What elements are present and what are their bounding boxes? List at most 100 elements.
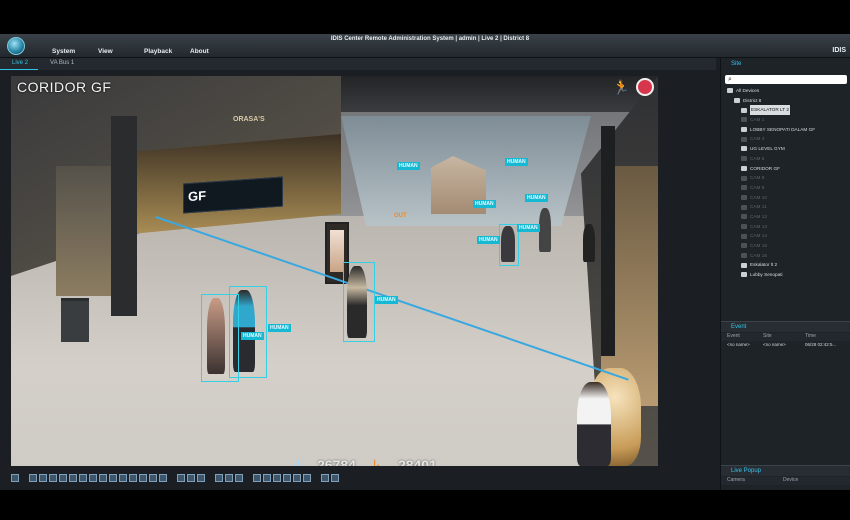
toolbar-button[interactable] [273,474,281,482]
next-page-button[interactable] [197,474,205,482]
motion-detection-icon[interactable]: 🏃 [613,79,630,96]
camera-name-overlay: CORIDOR GF [17,79,112,95]
search-icon: ⌕ [728,76,732,83]
camera-viewport[interactable]: ORASA'S GF OUT HUMAN HUMAN HUMAN HUMAN H… [11,76,658,466]
count-in-value: 26784 [317,457,356,466]
tab-live-2[interactable]: Live 2 [0,58,39,70]
detection-label: HUMAN [505,158,528,166]
detection-label: HUMAN [517,224,540,232]
site-tree-item[interactable]: All Devices [725,86,847,96]
site-tree-label: UG LEVEL GYM [750,146,785,152]
menu-about[interactable]: About [190,48,236,55]
layout-button[interactable] [119,474,127,482]
event-col-time[interactable]: Time [805,333,850,341]
event-cell: <no name> [727,342,750,347]
layout-button[interactable] [59,474,67,482]
site-tree-item[interactable]: UG LEVEL GYM [725,144,847,154]
layout-button[interactable] [39,474,47,482]
shop-sign: ORASA'S [233,116,265,123]
site-tree-item[interactable]: CAM 13 [725,222,847,232]
menu-playback[interactable]: Playback [144,48,190,55]
layout-button[interactable] [99,474,107,482]
popup-col-device[interactable]: Device [783,477,845,485]
layout-button[interactable] [109,474,117,482]
detection-label: HUMAN [241,332,264,340]
site-panel-header: Site [731,61,742,67]
layout-button[interactable] [129,474,137,482]
fullscreen-button[interactable] [177,474,185,482]
detection-label: HUMAN [477,236,500,244]
site-tree-item[interactable]: CAM 6 [725,154,847,164]
site-tree-item[interactable]: Lobby Senopati [725,270,847,280]
count-out-value: 28401 [397,457,437,466]
toolbar-button[interactable] [263,474,271,482]
site-tree-label: CAM 10 [750,194,767,200]
previous-page-button[interactable] [187,474,195,482]
site-tree-label: CAM 15 [750,243,767,248]
event-col-event[interactable]: Event [721,333,763,341]
layout-toolbar [11,472,658,484]
menu-system[interactable]: System [52,48,98,55]
toolbar-button[interactable] [235,474,243,482]
layout-button[interactable] [149,474,157,482]
site-tree-item[interactable]: CAM 12 [725,212,847,222]
camera-icon [741,146,747,152]
camera-status-icons: 🏃 [613,78,654,96]
site-tree-item[interactable]: CAM 14 [725,231,847,241]
toolbar-button[interactable] [293,474,301,482]
site-tree-item[interactable]: CAM 11 [725,202,847,212]
site-tree-label: CAM 13 [750,223,767,229]
site-tree-item[interactable]: CAM 10 [725,193,847,203]
toolbar-button[interactable] [225,474,233,482]
layout-button[interactable] [89,474,97,482]
site-search-input[interactable]: ⌕ [725,75,847,84]
camera-icon [741,194,747,200]
scene-pillar-right [601,126,615,356]
site-tree-item[interactable]: Eskalator lt 2 [725,260,847,270]
tab-va-bus-1[interactable]: VA Bus 1 [38,58,84,70]
folder-icon [727,88,733,94]
site-tree-label: CAM 8 [750,175,765,181]
site-tree-label: CAM 14 [750,233,767,239]
site-tree-item[interactable]: CAM 8 [725,173,847,183]
camera-icon [741,175,747,181]
detection-label: HUMAN [473,200,496,208]
record-icon[interactable] [636,78,654,96]
event-col-site[interactable]: Site [763,333,805,341]
site-tree-item[interactable]: CAM 9 [725,183,847,193]
site-tree-label: CORIDOR GF [750,165,780,171]
site-tree-item[interactable]: CAM 1 [725,115,847,125]
site-tree-label: District 8 [743,97,762,103]
layout-1x1-button[interactable] [11,474,19,482]
site-tree-item[interactable]: CAM 4 [725,134,847,144]
camera-icon [741,204,747,210]
toolbar-button[interactable] [321,474,329,482]
site-tree: All Devices District 8 ESKALATOR LT 2 CAM 1… [725,86,847,306]
site-tree-item[interactable]: CAM 16 [725,251,847,261]
layout-button[interactable] [29,474,37,482]
app-logo-icon[interactable] [7,37,25,55]
site-tree-item[interactable]: CAM 15 [725,241,847,251]
toolbar-button[interactable] [283,474,291,482]
layout-button[interactable] [49,474,57,482]
layout-button[interactable] [69,474,77,482]
camera-icon [741,156,747,162]
toolbar-button[interactable] [215,474,223,482]
layout-button[interactable] [139,474,147,482]
site-tree-item[interactable]: District 8 [725,96,847,106]
site-tree-item[interactable]: LOBBY SENOPATI DALAM GF [725,125,847,135]
event-row[interactable]: <no name> <no name> 06/28 02:42:5... [721,342,850,350]
site-tree-item[interactable]: CORIDOR GF [725,164,847,174]
live-popup-table-header: Camera Device [721,477,850,485]
toolbar-button[interactable] [253,474,261,482]
camera-icon [741,165,747,171]
menu-view[interactable]: View [98,48,144,55]
popup-col-camera[interactable]: Camera [721,477,783,485]
site-tree-item[interactable]: ESKALATOR LT 2 [725,105,847,116]
window-title: IDIS Center Remote Administration System… [330,36,530,42]
layout-button[interactable] [159,474,167,482]
toolbar-button[interactable] [331,474,339,482]
layout-button[interactable] [79,474,87,482]
toolbar-button[interactable] [303,474,311,482]
scene-pillar [111,116,137,316]
